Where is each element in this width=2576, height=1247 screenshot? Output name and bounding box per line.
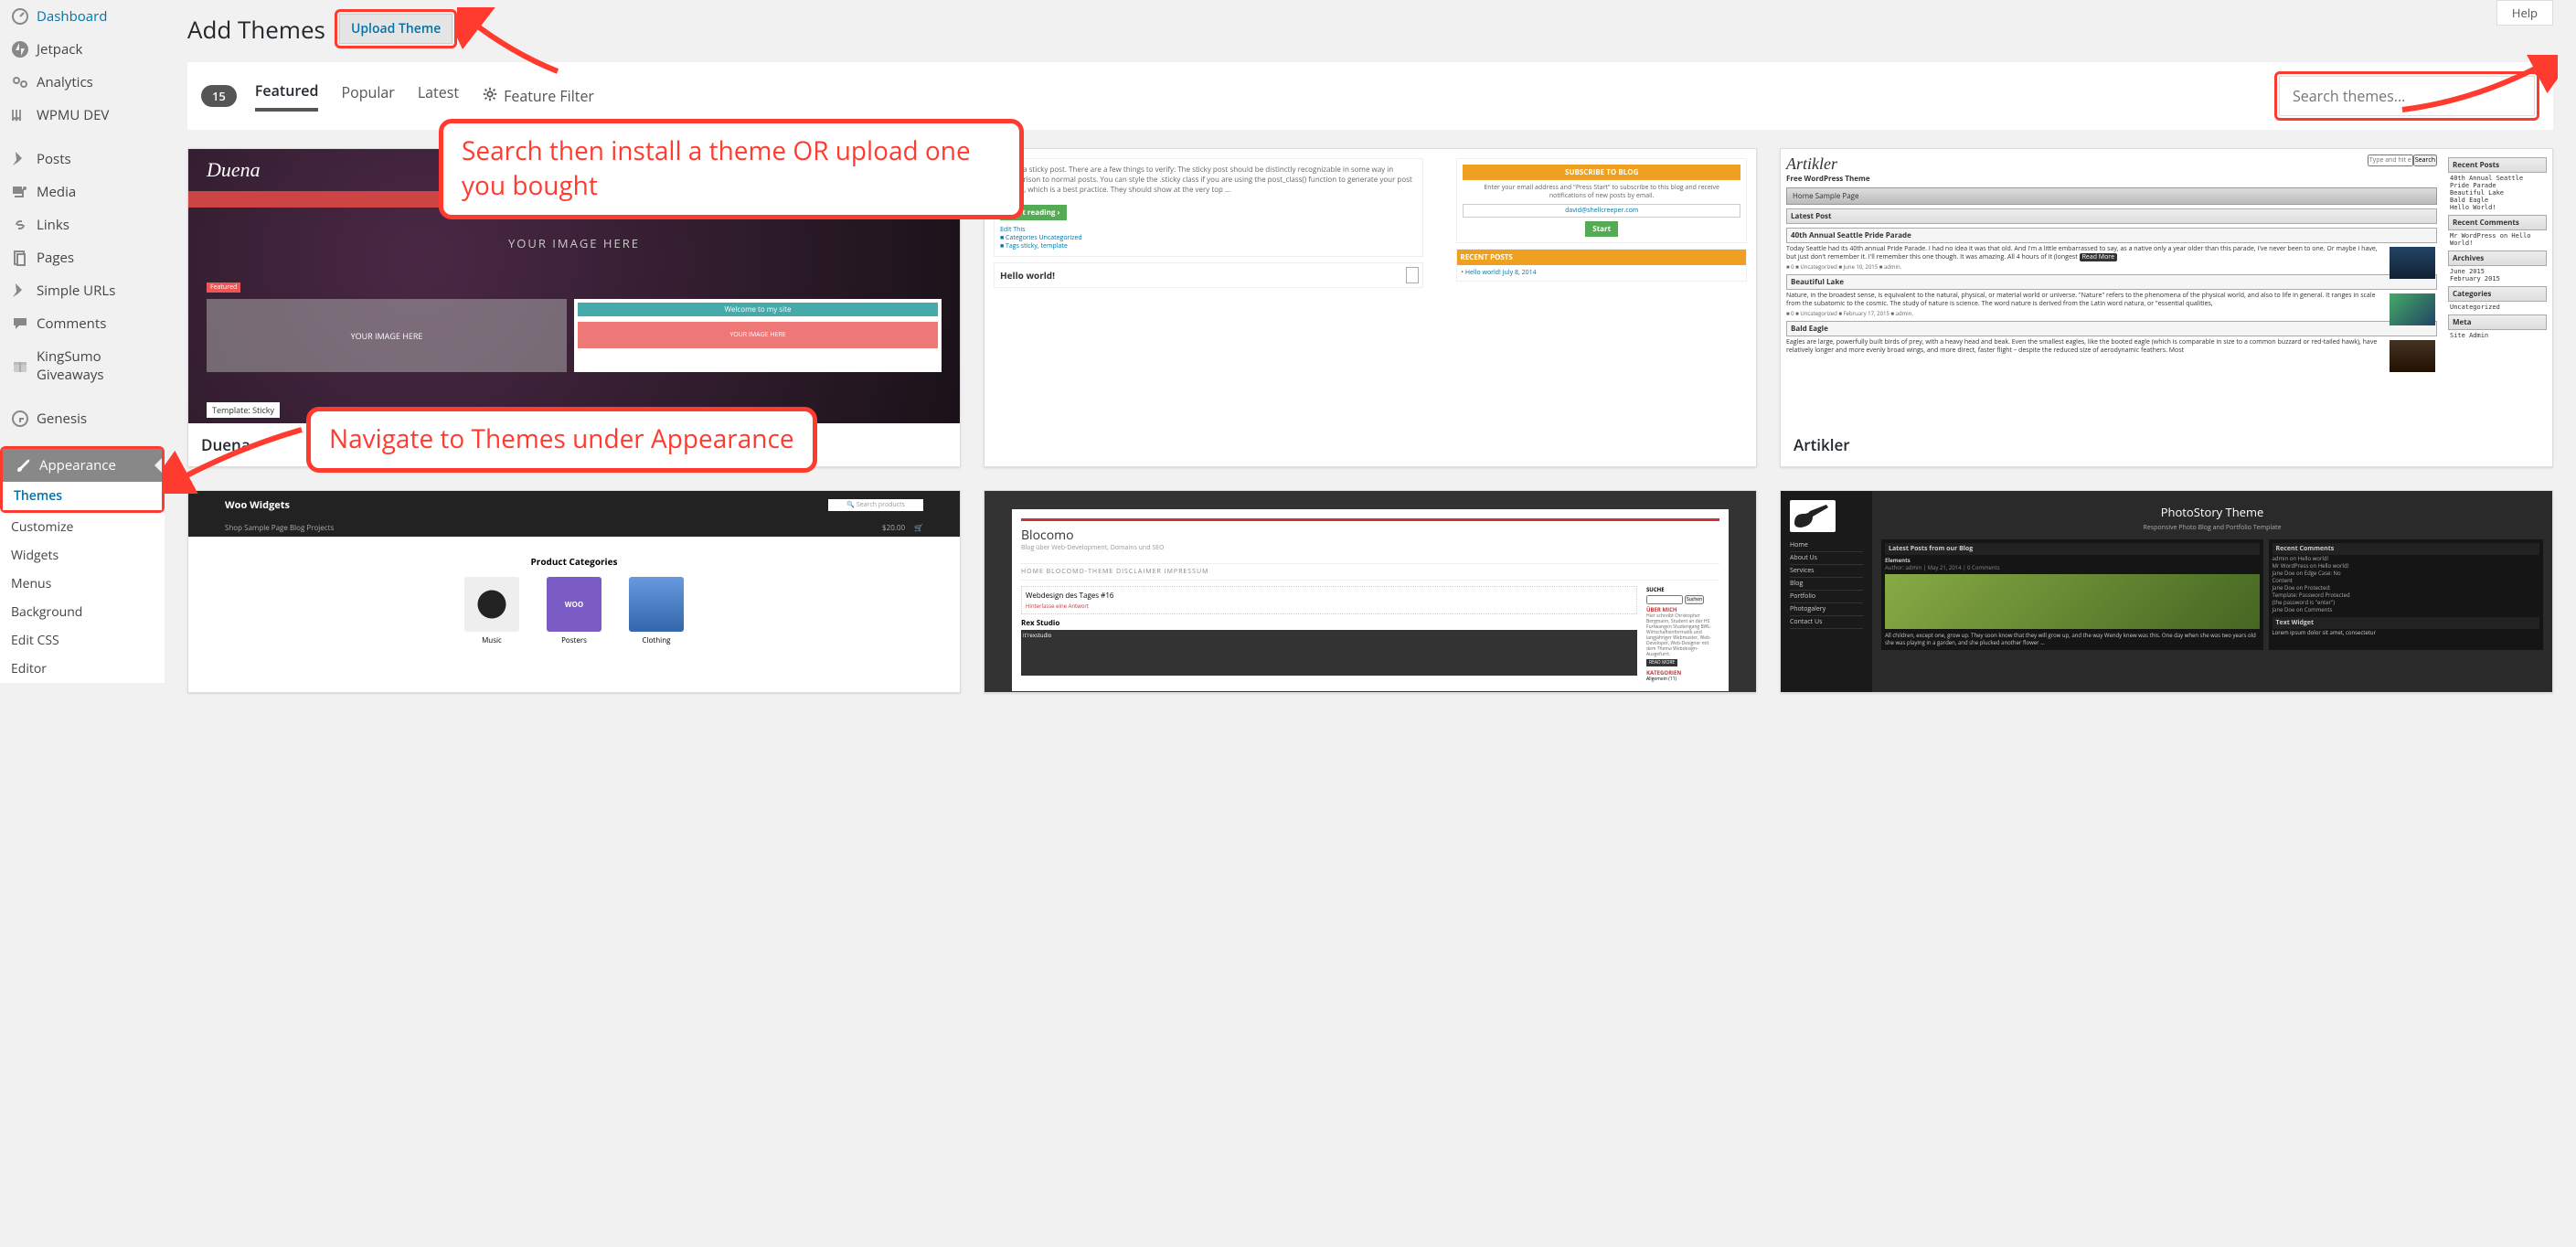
sidebar-item-comments[interactable]: Comments: [0, 307, 165, 340]
sidebar-label: Posts: [37, 150, 71, 168]
wpmu-icon: [11, 106, 29, 124]
sidebar-item-jetpack[interactable]: Jetpack: [0, 33, 165, 66]
sidebar-item-appearance[interactable]: Appearance: [3, 449, 162, 482]
sidebar-label: KingSumo Giveaways: [37, 347, 154, 384]
sidebar-label: Comments: [37, 314, 106, 333]
theme-thumbnail: This is a sticky post. There are a few t…: [985, 149, 1756, 423]
submenu-background[interactable]: Background: [0, 598, 165, 626]
sidebar-item-pages[interactable]: Pages: [0, 241, 165, 274]
submenu-themes[interactable]: Themes: [3, 482, 162, 510]
sidebar-label: Genesis: [37, 410, 87, 428]
annotation-callout-search-install: Search then install a theme OR upload on…: [439, 119, 1024, 219]
pages-icon: [11, 249, 29, 267]
sidebar-label: Appearance: [39, 456, 116, 474]
annotation-box-upload: Upload Theme: [335, 9, 457, 48]
submenu-customize[interactable]: Customize: [0, 513, 165, 541]
sidebar-label: Pages: [37, 249, 74, 267]
filter-popular[interactable]: Popular: [341, 82, 394, 110]
annotation-callout-navigate: Navigate to Themes under Appearance: [306, 407, 817, 473]
mock-guitar-logo: [1790, 500, 1836, 532]
genesis-icon: [11, 410, 29, 428]
sidebar-label: Analytics: [37, 73, 93, 91]
sidebar-label: Media: [37, 183, 76, 201]
annotation-arrow-upload: [457, 7, 567, 80]
sidebar-item-kingsumo[interactable]: KingSumo Giveaways: [0, 340, 165, 391]
theme-card-artikler[interactable]: Search Artikler Free WordPress Theme Hom…: [1780, 148, 2553, 467]
theme-count-badge: 15: [201, 85, 237, 107]
media-icon: [11, 183, 29, 201]
submenu-edit-css[interactable]: Edit CSS: [0, 626, 165, 655]
theme-card-photostory[interactable]: Home About Us Services Blog Portfolio Ph…: [1780, 490, 2553, 693]
theme-card-blocomo[interactable]: Blocomo Blog über Web-Development, Domai…: [984, 490, 1757, 693]
pin-icon: [11, 282, 29, 300]
feature-filter-label: Feature Filter: [504, 86, 594, 106]
annotation-arrow-search: [2393, 55, 2558, 119]
jetpack-icon: [11, 40, 29, 59]
annotation-arrow-appearance: [165, 421, 311, 494]
theme-thumbnail: Blocomo Blog über Web-Development, Domai…: [985, 491, 1756, 692]
sidebar-item-links[interactable]: Links: [0, 208, 165, 241]
sidebar-label: Simple URLs: [37, 282, 115, 300]
submenu-menus[interactable]: Menus: [0, 570, 165, 598]
brush-icon: [14, 456, 32, 474]
appearance-submenu-rest: Customize Widgets Menus Background Edit …: [0, 513, 165, 683]
page-title: Add Themes: [187, 13, 325, 46]
sidebar-label: WPMU DEV: [37, 106, 109, 124]
annotation-box-appearance: Appearance Themes: [0, 446, 165, 513]
submenu-editor[interactable]: Editor: [0, 655, 165, 683]
sidebar-item-analytics[interactable]: Analytics: [0, 66, 165, 99]
submenu-widgets[interactable]: Widgets: [0, 541, 165, 570]
upload-theme-button[interactable]: Upload Theme: [339, 14, 452, 44]
sidebar-item-dashboard[interactable]: Dashboard: [0, 0, 165, 33]
sidebar-label: Dashboard: [37, 7, 107, 26]
sidebar-label: Jetpack: [37, 40, 82, 59]
sidebar-item-simple-urls[interactable]: Simple URLs: [0, 274, 165, 307]
gear-icon: [482, 86, 498, 107]
sidebar-item-media[interactable]: Media: [0, 176, 165, 208]
help-button[interactable]: Help: [2496, 0, 2553, 26]
analytics-icon: [11, 73, 29, 91]
main-content: Help Add Themes Upload Theme 15 Featured…: [165, 0, 2576, 1247]
filter-featured[interactable]: Featured: [255, 80, 319, 112]
link-icon: [11, 216, 29, 234]
theme-thumbnail: Search Artikler Free WordPress Theme Hom…: [1781, 149, 2552, 423]
theme-thumbnail: Home About Us Services Blog Portfolio Ph…: [1781, 491, 2552, 692]
filter-latest[interactable]: Latest: [418, 82, 459, 110]
sidebar-item-genesis[interactable]: Genesis: [0, 402, 165, 435]
sidebar-item-wpmudev[interactable]: WPMU DEV: [0, 99, 165, 132]
pin-icon: [11, 150, 29, 168]
theme-card-woo[interactable]: Woo Widgets 🔍 Search products Shop Sampl…: [187, 490, 961, 693]
theme-name: [985, 423, 1756, 445]
sidebar-item-posts[interactable]: Posts: [0, 143, 165, 176]
theme-card-shell[interactable]: This is a sticky post. There are a few t…: [984, 148, 1757, 467]
sidebar-label: Links: [37, 216, 69, 234]
dashboard-icon: [11, 7, 29, 26]
theme-name: Artikler: [1781, 423, 2552, 466]
theme-thumbnail: Woo Widgets 🔍 Search products Shop Sampl…: [188, 491, 960, 692]
admin-sidebar: Dashboard Jetpack Analytics WPMU DEV Pos…: [0, 0, 165, 1247]
feature-filter-button[interactable]: Feature Filter: [482, 86, 594, 107]
gift-icon: [11, 357, 29, 375]
comments-icon: [11, 314, 29, 333]
appearance-submenu: Themes: [3, 482, 162, 510]
